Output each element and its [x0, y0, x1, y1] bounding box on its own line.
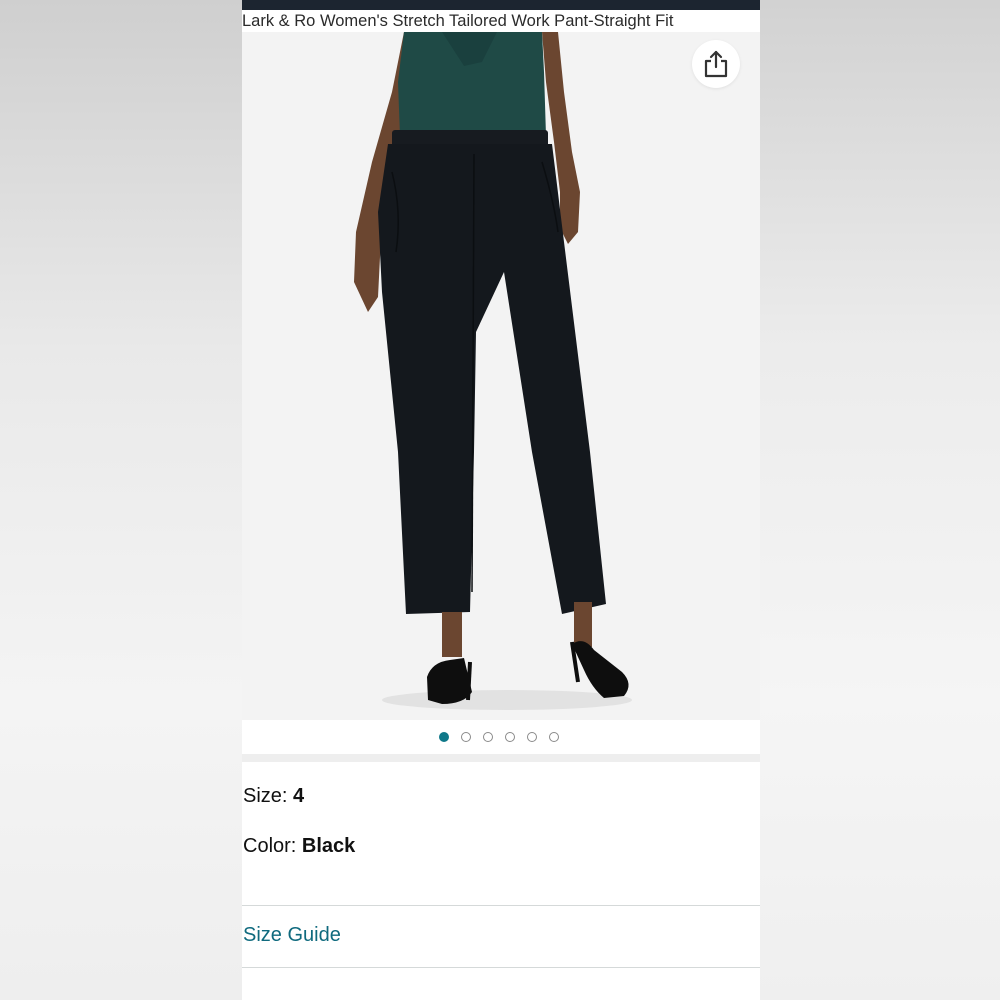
product-page: Lark & Ro Women's Stretch Tailored Work …	[242, 0, 760, 1000]
section-separator	[242, 754, 760, 762]
product-image-gallery[interactable]	[242, 32, 760, 720]
gallery-pagination	[242, 722, 760, 752]
product-title: Lark & Ro Women's Stretch Tailored Work …	[242, 12, 674, 30]
divider	[242, 905, 760, 906]
gallery-dot-4[interactable]	[505, 732, 515, 742]
size-value: 4	[293, 785, 305, 807]
background-blur-left	[0, 0, 242, 1000]
size-label: Size:	[243, 785, 288, 807]
color-label: Color:	[243, 835, 297, 857]
status-bar	[242, 0, 760, 10]
divider	[242, 967, 760, 968]
gallery-dot-2[interactable]	[461, 732, 471, 742]
gallery-dot-6[interactable]	[549, 732, 559, 742]
gallery-dot-5[interactable]	[527, 732, 537, 742]
color-value: Black	[301, 835, 356, 857]
size-selection: Size: 4	[243, 785, 304, 808]
gallery-dot-3[interactable]	[483, 732, 493, 742]
color-selection: Color: Black	[243, 835, 355, 858]
product-image[interactable]	[242, 32, 760, 720]
share-button[interactable]	[692, 40, 740, 88]
gallery-dot-1[interactable]	[439, 732, 449, 742]
size-guide-link[interactable]: Size Guide	[243, 924, 341, 947]
share-icon	[704, 50, 728, 78]
background-blur-right	[760, 0, 1000, 1000]
